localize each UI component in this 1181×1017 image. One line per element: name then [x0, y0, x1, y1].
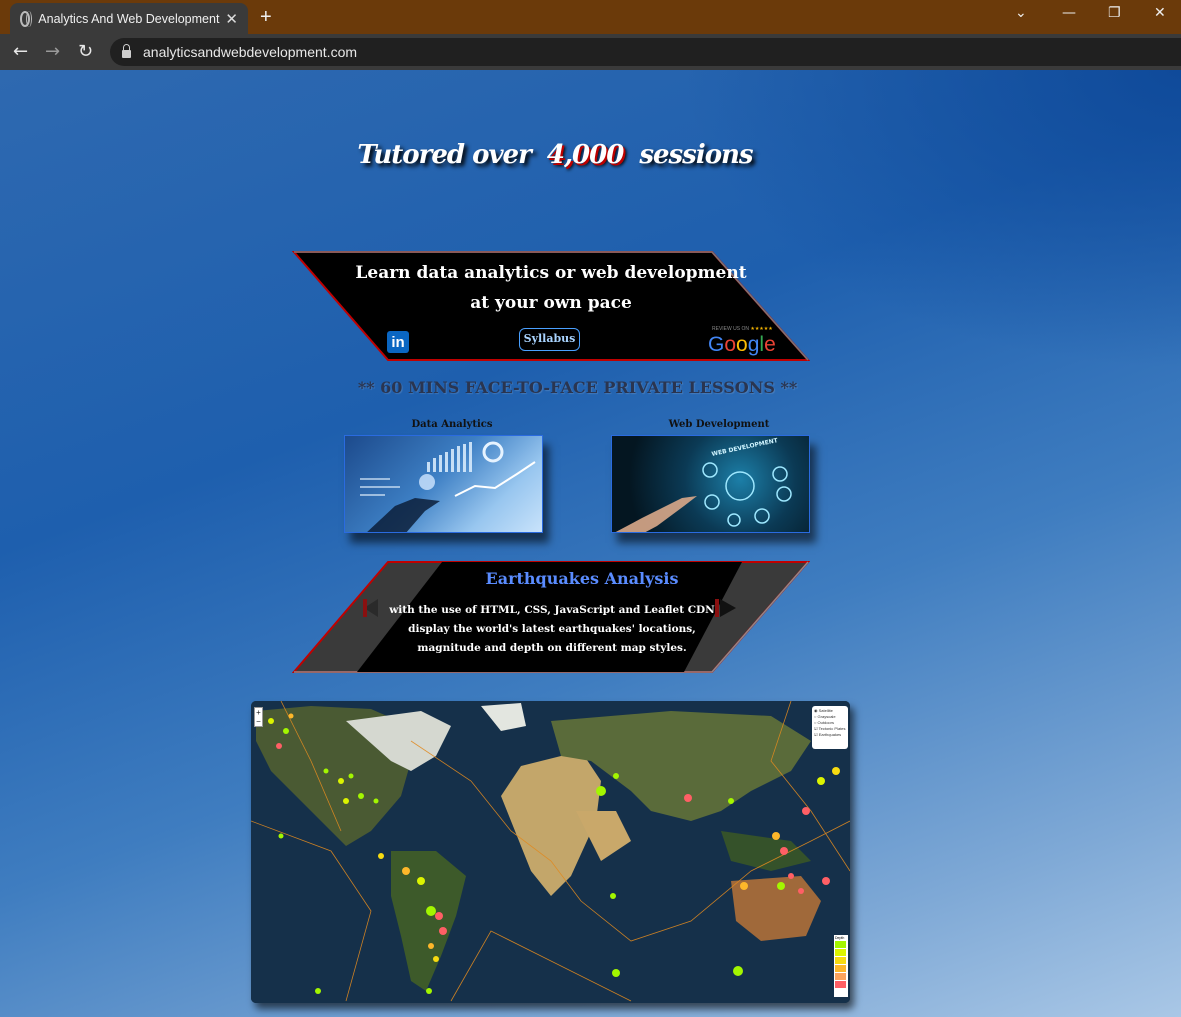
- url-text[interactable]: analyticsandwebdevelopment.com: [143, 44, 357, 60]
- headline-number: 4,000: [546, 140, 624, 170]
- lock-icon[interactable]: [122, 44, 131, 58]
- web-development-image: WEB DEVELOPMENT: [615, 437, 792, 532]
- earthquakes-line-2: display the world's latest earthquakes' …: [408, 623, 696, 635]
- headline-before: Tutored over: [357, 140, 531, 170]
- restore-button[interactable]: ❐: [1108, 5, 1121, 21]
- forward-button[interactable]: →: [45, 41, 60, 62]
- map-graphic: [251, 701, 850, 1003]
- google-letter: G: [708, 333, 725, 356]
- learn-banner: Learn data analytics or web development …: [292, 251, 810, 362]
- new-tab-button[interactable]: +: [260, 6, 272, 29]
- browser-titlebar: Analytics And Web Development ✕ + ⌄ — ❐ …: [0, 0, 1181, 34]
- legend-swatch: [835, 949, 846, 956]
- minimize-button[interactable]: —: [1062, 5, 1076, 21]
- legend-title: Depth: [835, 936, 845, 940]
- earthquake-map[interactable]: + − ◉ Satellite ○ Grayscale ○ Outdoors ☑…: [251, 701, 850, 1003]
- data-analytics-image: [360, 441, 536, 532]
- back-button[interactable]: ←: [13, 41, 28, 62]
- overlay-option[interactable]: ☑ Earthquakes: [814, 732, 846, 738]
- zoom-control[interactable]: + −: [254, 707, 263, 727]
- close-tab-icon[interactable]: ✕: [225, 10, 238, 28]
- google-review-logo[interactable]: Google: [708, 333, 776, 357]
- address-bar[interactable]: analyticsandwebdevelopment.com: [110, 38, 1181, 66]
- earthquakes-title[interactable]: Earthquakes Analysis: [432, 569, 732, 588]
- earthquakes-description: with the use of HTML, CSS, JavaScript an…: [352, 601, 752, 658]
- web-development-label: Web Development: [668, 419, 770, 430]
- browser-toolbar: ← → ↻ analyticsandwebdevelopment.com: [0, 34, 1181, 70]
- tab-search-icon[interactable]: ⌄: [1015, 5, 1027, 21]
- legend-swatch: [835, 981, 846, 988]
- syllabus-button[interactable]: Syllabus: [519, 328, 580, 351]
- globe-icon: [20, 10, 33, 27]
- svg-text:WEB DEVELOPMENT: WEB DEVELOPMENT: [711, 437, 779, 458]
- data-analytics-card[interactable]: [344, 435, 543, 533]
- browser-tab[interactable]: Analytics And Web Development ✕: [10, 3, 248, 34]
- legend-swatch: [835, 957, 846, 964]
- earthquakes-line-1: with the use of HTML, CSS, JavaScript an…: [389, 604, 715, 616]
- data-analytics-label: Data Analytics: [411, 419, 493, 430]
- page-headline: Tutored over 4,000 sessions: [0, 140, 1110, 170]
- google-review-caption: REVIEW US ON ★★★★★: [712, 326, 773, 332]
- review-stars: ★★★★★: [750, 326, 773, 332]
- zoom-in-button[interactable]: +: [255, 708, 262, 717]
- depth-legend: Depth: [834, 935, 848, 997]
- learn-line-2: at your own pace: [470, 293, 632, 313]
- review-text: REVIEW US ON: [712, 326, 749, 332]
- close-window-button[interactable]: ✕: [1154, 5, 1166, 21]
- reload-button[interactable]: ↻: [78, 41, 93, 62]
- headline-after: sessions: [639, 140, 753, 170]
- legend-swatch: [835, 965, 846, 972]
- legend-swatch: [835, 973, 846, 980]
- linkedin-icon[interactable]: in: [387, 331, 409, 353]
- learn-line-1: Learn data analytics or web development: [355, 263, 747, 283]
- page-content: Tutored over 4,000 sessions Learn data a…: [0, 70, 1181, 1017]
- earthquakes-line-3: magnitude and depth on different map sty…: [417, 642, 687, 654]
- tab-title: Analytics And Web Development: [38, 11, 220, 26]
- earthquakes-banner: Earthquakes Analysis with the use of HTM…: [292, 561, 810, 674]
- lessons-heading: ** 60 MINS FACE-TO-FACE PRIVATE LESSONS …: [357, 378, 798, 397]
- zoom-out-button[interactable]: −: [255, 717, 262, 726]
- layer-control[interactable]: ◉ Satellite ○ Grayscale ○ Outdoors ☑ Tec…: [812, 706, 848, 749]
- legend-swatch: [835, 941, 846, 948]
- web-development-card[interactable]: WEB DEVELOPMENT: [611, 435, 810, 533]
